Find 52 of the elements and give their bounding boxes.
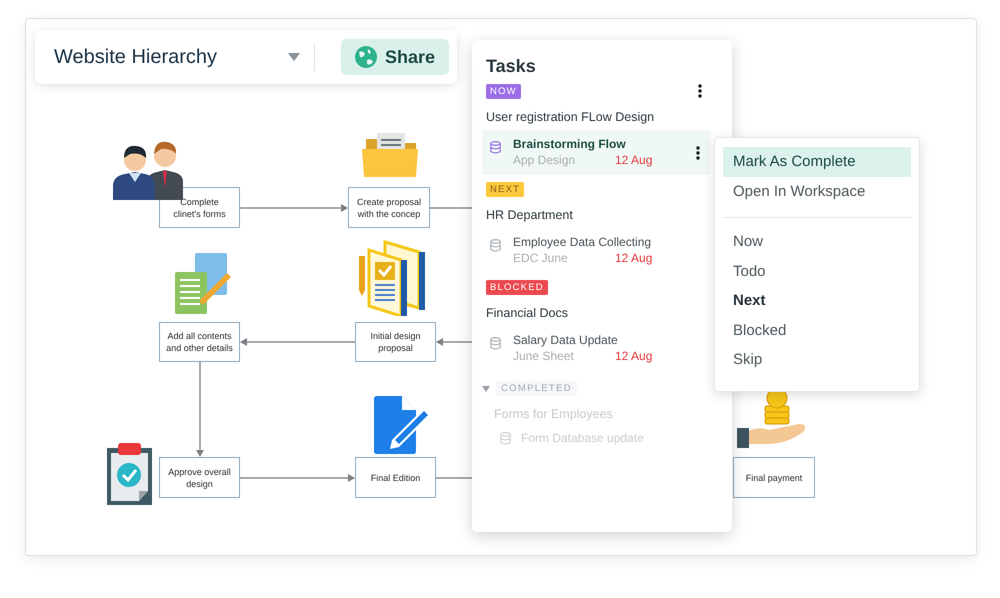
due-date: 12 Aug: [615, 251, 652, 265]
flow-node: Create proposal with the concep: [348, 187, 430, 228]
database-icon: [490, 337, 501, 350]
menu-item[interactable]: Open In Workspace: [723, 176, 911, 206]
task-project: June Sheet: [513, 349, 575, 363]
status-tag: BLOCKED: [486, 280, 548, 294]
dropdown-caret-icon[interactable]: [288, 53, 300, 61]
status-tag: NOW: [486, 84, 521, 98]
database-icon: [500, 432, 511, 444]
panel-title: Tasks: [486, 56, 537, 77]
task-project: EDC June: [513, 251, 569, 265]
group-title: User registration FLow Design: [486, 110, 656, 124]
task-item[interactable]: Employee Data Collecting EDC June 12 Aug: [482, 228, 710, 273]
task-name: Brainstorming Flow: [513, 137, 627, 151]
documents-icon: [175, 253, 233, 314]
menu-item[interactable]: Next: [723, 286, 911, 316]
connector-arrow: [436, 338, 472, 346]
folder-icon: [362, 131, 418, 177]
task-name: Salary Data Update: [513, 333, 619, 347]
menu-item[interactable]: Blocked: [723, 316, 911, 345]
flow-node: Initial design proposal: [355, 322, 436, 362]
flow-node: Final Edition: [355, 457, 436, 498]
status-tag: NEXT: [486, 182, 524, 196]
status-tag: COMPLETED: [496, 381, 577, 396]
globe-icon: [354, 46, 377, 68]
task-item[interactable]: Brainstorming Flow App Design 12 Aug: [482, 130, 710, 175]
flow-node: Complete clinet's forms: [159, 187, 240, 228]
task-project: App Design: [513, 153, 576, 167]
group-title: Financial Docs: [486, 306, 569, 320]
menu-item[interactable]: Now: [723, 227, 911, 256]
group-title: Forms for Employees: [494, 407, 614, 421]
more-menu-icon[interactable]: [698, 84, 702, 98]
database-icon: [490, 141, 501, 154]
menu-item[interactable]: Mark As Complete: [723, 147, 911, 176]
group-title: HR Department: [486, 208, 574, 222]
clipboard-icon: [107, 443, 152, 505]
menu-item[interactable]: Skip: [723, 345, 911, 374]
flow-node: Approve overall design: [159, 457, 240, 498]
connector-line: [430, 207, 472, 209]
more-menu-icon[interactable]: [696, 146, 700, 160]
due-date: 12 Aug: [615, 153, 652, 167]
diagram-title[interactable]: Website Hierarchy: [54, 46, 218, 68]
task-item[interactable]: Salary Data Update June Sheet 12 Aug: [482, 326, 710, 371]
task-name: Employee Data Collecting: [513, 235, 652, 249]
flow-node: Add all contents and other details: [159, 322, 240, 362]
share-button[interactable]: Share: [340, 39, 449, 75]
flow-node: Final payment: [733, 457, 815, 498]
connector-line: [436, 477, 472, 479]
expand-caret-icon[interactable]: [482, 386, 490, 392]
due-date: 12 Aug: [615, 349, 652, 363]
menu-item[interactable]: Todo: [723, 256, 911, 286]
database-icon: [490, 239, 501, 252]
